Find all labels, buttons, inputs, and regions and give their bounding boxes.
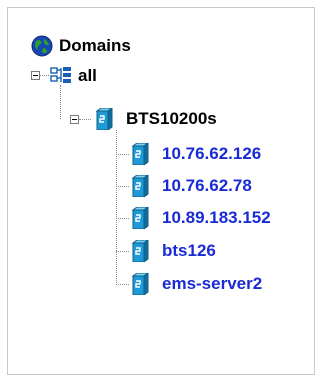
globe-icon — [31, 35, 53, 57]
tree-node-label: 10.76.62.126 — [162, 144, 262, 163]
tree-connector — [116, 154, 129, 155]
tree-node-domains[interactable]: Domains — [59, 33, 131, 59]
tree-connector — [79, 119, 91, 120]
tree-node-server[interactable]: ems-server2 — [162, 271, 262, 297]
tree-panel: Domains all BTS10200s 10.76.62.126 10.76… — [7, 7, 315, 375]
tree-connector — [116, 186, 129, 187]
tree-node-server[interactable]: 10.76.62.126 — [162, 141, 261, 167]
tree-node-label: 10.89.183.152 — [162, 208, 271, 227]
tree-node-all[interactable]: all — [78, 63, 97, 89]
tree-node-bts10200s[interactable]: BTS10200s — [126, 106, 217, 132]
tree-node-label: all — [78, 66, 97, 85]
tree-node-label: bts126 — [162, 241, 216, 260]
server-node-icon — [95, 108, 113, 130]
tree-connector — [116, 251, 129, 252]
tree-node-label: Domains — [59, 36, 131, 55]
collapse-toggle-bts10200s[interactable] — [70, 115, 79, 124]
tree-connector — [40, 75, 49, 76]
tree-connector — [116, 218, 129, 219]
tree-node-server[interactable]: 10.89.183.152 — [162, 205, 271, 231]
tree-node-label: BTS10200s — [126, 109, 217, 128]
server-node-icon — [131, 175, 149, 197]
network-tree-icon — [50, 67, 71, 83]
tree-node-server[interactable]: bts126 — [162, 238, 216, 264]
tree-node-label: 10.76.62.78 — [162, 176, 252, 195]
server-node-icon — [131, 273, 149, 295]
tree-connector — [116, 284, 129, 285]
tree-node-label: ems-server2 — [162, 274, 263, 293]
tree-connector — [60, 85, 61, 119]
tree-node-server[interactable]: 10.76.62.78 — [162, 173, 252, 199]
server-node-icon — [131, 207, 149, 229]
server-node-icon — [131, 240, 149, 262]
collapse-toggle-all[interactable] — [31, 71, 40, 80]
server-node-icon — [131, 143, 149, 165]
